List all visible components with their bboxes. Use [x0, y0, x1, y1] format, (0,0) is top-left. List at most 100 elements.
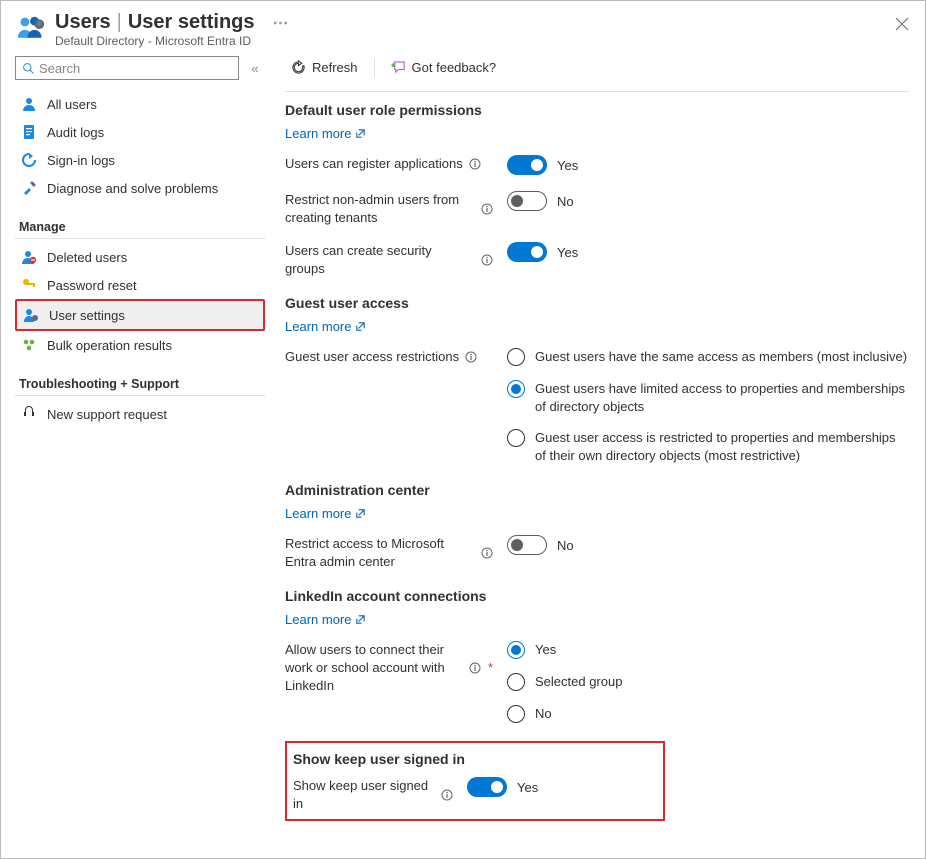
- external-link-icon: [355, 614, 366, 625]
- toolbar: Refresh Got feedback?: [285, 54, 909, 83]
- sidebar-group-manage: Manage: [19, 220, 261, 234]
- toggle-state: Yes: [517, 780, 538, 795]
- close-button[interactable]: [891, 13, 913, 39]
- key-icon: [21, 277, 37, 293]
- external-link-icon: [355, 508, 366, 519]
- sidebar-item-diagnose[interactable]: Diagnose and solve problems: [15, 174, 265, 202]
- learn-more-link[interactable]: Learn more: [285, 506, 366, 521]
- toggle-state: Yes: [557, 158, 578, 173]
- radio-guest-restrictive[interactable]: Guest user access is restricted to prope…: [507, 429, 909, 464]
- radio-label: Selected group: [535, 673, 622, 691]
- setting-label: Guest user access restrictions: [285, 348, 459, 366]
- sidebar-item-all-users[interactable]: All users: [15, 90, 265, 118]
- sidebar-item-new-support[interactable]: New support request: [15, 400, 265, 428]
- learn-more-link[interactable]: Learn more: [285, 126, 366, 141]
- nav-label: Diagnose and solve problems: [47, 181, 218, 196]
- sidebar: Search « All users Audit logs Sign-in lo…: [1, 54, 273, 858]
- external-link-icon: [355, 321, 366, 332]
- toggle-state: No: [557, 194, 574, 209]
- learn-more-label: Learn more: [285, 506, 351, 521]
- divider: [285, 91, 909, 92]
- toggle-state: No: [557, 538, 574, 553]
- feedback-label: Got feedback?: [412, 60, 497, 75]
- sidebar-item-deleted-users[interactable]: Deleted users: [15, 243, 265, 271]
- title-sub: User settings: [128, 11, 255, 34]
- sidebar-item-audit-logs[interactable]: Audit logs: [15, 118, 265, 146]
- more-menu-button[interactable]: ⋯: [269, 13, 293, 33]
- radio-linkedin-yes[interactable]: Yes: [507, 641, 622, 659]
- feedback-button[interactable]: Got feedback?: [385, 58, 503, 77]
- divider: [15, 395, 265, 396]
- refresh-button[interactable]: Refresh: [285, 58, 364, 77]
- nav-label: Bulk operation results: [47, 338, 172, 353]
- nav-label: All users: [47, 97, 97, 112]
- person-icon: [21, 96, 37, 112]
- title-separator: |: [117, 11, 122, 34]
- toggle-restrict-admin-center[interactable]: [507, 535, 547, 555]
- toggle-restrict-tenants[interactable]: [507, 191, 547, 211]
- learn-more-label: Learn more: [285, 126, 351, 141]
- section-title: LinkedIn account connections: [285, 588, 909, 604]
- radio-linkedin-no[interactable]: No: [507, 705, 622, 723]
- radio-linkedin-selected-group[interactable]: Selected group: [507, 673, 622, 691]
- blade-header: Users | User settings ⋯ Default Director…: [1, 1, 925, 54]
- sidebar-item-user-settings[interactable]: User settings: [15, 299, 265, 331]
- radio-guest-limited[interactable]: Guest users have limited access to prope…: [507, 380, 909, 415]
- info-icon[interactable]: [481, 547, 493, 559]
- section-keep-signed-in: Show keep user signed in Show keep user …: [285, 741, 665, 820]
- section-guest-access: Guest user access Learn more Guest user …: [285, 295, 909, 464]
- learn-more-link[interactable]: Learn more: [285, 319, 366, 334]
- nav-label: Sign-in logs: [47, 153, 115, 168]
- divider: [374, 59, 375, 77]
- toggle-security-groups[interactable]: [507, 242, 547, 262]
- info-icon[interactable]: [441, 789, 453, 801]
- radio-guest-inclusive[interactable]: Guest users have the same access as memb…: [507, 348, 909, 366]
- page-subtitle: Default Directory - Microsoft Entra ID: [55, 34, 909, 48]
- nav-label: New support request: [47, 407, 167, 422]
- window-root: Users | User settings ⋯ Default Director…: [0, 0, 926, 859]
- toggle-keep-signed-in[interactable]: [467, 777, 507, 797]
- document-icon: [21, 124, 37, 140]
- setting-label: Allow users to connect their work or sch…: [285, 641, 463, 694]
- info-icon[interactable]: [469, 158, 481, 170]
- toggle-register-apps[interactable]: [507, 155, 547, 175]
- info-icon[interactable]: [469, 662, 481, 674]
- radio-label: No: [535, 705, 552, 723]
- radio-label: Guest users have limited access to prope…: [535, 380, 909, 415]
- deleted-user-icon: [21, 249, 37, 265]
- sidebar-item-bulk-results[interactable]: Bulk operation results: [15, 331, 265, 359]
- section-title: Show keep user signed in: [293, 751, 653, 767]
- nav-label: User settings: [49, 308, 125, 323]
- info-icon[interactable]: [465, 351, 477, 363]
- info-icon[interactable]: [481, 254, 493, 266]
- users-header-icon: [17, 15, 45, 43]
- section-title: Default user role permissions: [285, 102, 909, 118]
- nav-label: Deleted users: [47, 250, 127, 265]
- bulk-icon: [21, 337, 37, 353]
- sidebar-item-signin-logs[interactable]: Sign-in logs: [15, 146, 265, 174]
- learn-more-label: Learn more: [285, 319, 351, 334]
- section-linkedin: LinkedIn account connections Learn more …: [285, 588, 909, 723]
- learn-more-link[interactable]: Learn more: [285, 612, 366, 627]
- radio-label: Guest user access is restricted to prope…: [535, 429, 909, 464]
- title-main: Users: [55, 11, 111, 34]
- section-default-permissions: Default user role permissions Learn more…: [285, 102, 909, 277]
- search-placeholder: Search: [39, 61, 80, 76]
- sidebar-search-input[interactable]: Search: [15, 56, 239, 80]
- sidebar-item-password-reset[interactable]: Password reset: [15, 271, 265, 299]
- setting-label: Users can register applications: [285, 155, 463, 173]
- toggle-state: Yes: [557, 245, 578, 260]
- page-title: Users | User settings ⋯: [55, 11, 909, 34]
- feedback-icon: [391, 60, 406, 75]
- setting-label: Show keep user signed in: [293, 777, 435, 812]
- refresh-label: Refresh: [312, 60, 358, 75]
- user-settings-icon: [23, 307, 39, 323]
- support-icon: [21, 406, 37, 422]
- sidebar-group-support: Troubleshooting + Support: [19, 377, 261, 391]
- required-star: *: [488, 659, 493, 677]
- info-icon[interactable]: [481, 203, 493, 215]
- tools-icon: [21, 180, 37, 196]
- collapse-sidebar-button[interactable]: «: [245, 61, 265, 76]
- section-title: Administration center: [285, 482, 909, 498]
- radio-label: Yes: [535, 641, 556, 659]
